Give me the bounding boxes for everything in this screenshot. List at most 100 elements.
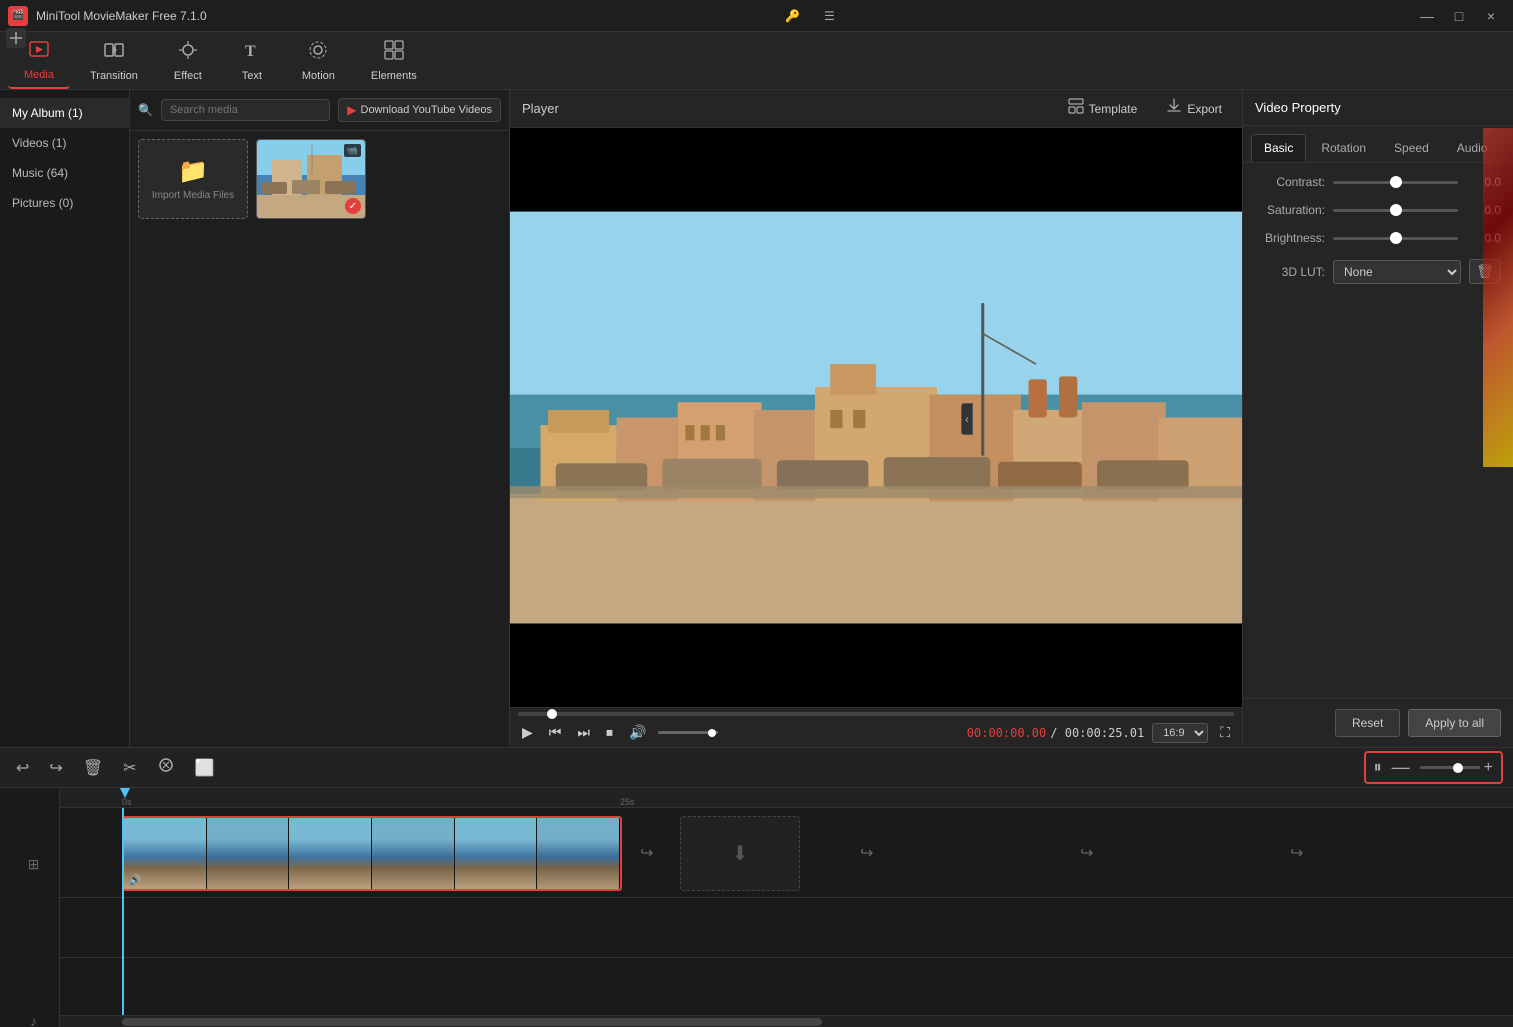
export-label: Export bbox=[1187, 102, 1222, 116]
transition-arrow-4[interactable]: ↪ bbox=[1080, 843, 1093, 863]
download-youtube-button[interactable]: ▶ Download YouTube Videos bbox=[338, 98, 501, 122]
toolbar: Media Transition Effect T Text Motion bbox=[0, 32, 1513, 90]
zoom-in-button[interactable]: + bbox=[1484, 759, 1493, 777]
stop-button[interactable]: ⏹ bbox=[602, 722, 617, 743]
minimize-button[interactable]: — bbox=[1413, 2, 1441, 30]
right-panel-footer: Reset Apply to all bbox=[1243, 698, 1513, 747]
transition-arrow-1[interactable]: ↪ bbox=[640, 843, 653, 863]
toolbar-item-text[interactable]: T Text bbox=[222, 33, 282, 88]
search-bar: 🔍 ▶ Download YouTube Videos bbox=[130, 90, 509, 131]
title-bar-controls: — □ × bbox=[1413, 2, 1505, 30]
boat-scene-svg bbox=[510, 128, 1242, 707]
player-header: Player Template Export bbox=[510, 90, 1242, 128]
timeline-playhead bbox=[122, 808, 124, 1015]
youtube-icon: ▶ bbox=[347, 103, 356, 117]
audio-track-icon[interactable]: ♪ bbox=[30, 1013, 37, 1027]
motion-icon bbox=[307, 39, 329, 66]
timeline-zoom-control: ⏸ — + Zoom in bbox=[1364, 751, 1503, 784]
search-input[interactable] bbox=[161, 99, 330, 121]
aspect-ratio-select[interactable]: 16:9 9:16 4:3 1:1 bbox=[1152, 723, 1208, 743]
video-track: 🔊 ↪ ↪ ⬇ ↪ ↪ ↪ bbox=[60, 808, 1513, 898]
timeline-track-icons: ⊞ ♪ bbox=[0, 788, 60, 1027]
redo-button[interactable]: ↪ bbox=[43, 756, 68, 780]
progress-thumb[interactable] bbox=[547, 709, 557, 719]
fullscreen-button[interactable]: ⛶ bbox=[1216, 722, 1234, 743]
crop-button[interactable]: ⬜ bbox=[189, 756, 221, 780]
timeline-scrollbar[interactable] bbox=[60, 1015, 1513, 1027]
sidebar-item-my-album[interactable]: My Album (1) bbox=[0, 98, 129, 128]
volume-button[interactable]: 🔊 bbox=[625, 722, 650, 743]
undo-button[interactable]: ↩ bbox=[10, 756, 35, 780]
reset-button[interactable]: Reset bbox=[1335, 709, 1400, 737]
video-clip-boat4k[interactable]: 🔊 bbox=[122, 816, 622, 891]
zoom-out-button[interactable]: ⏸ bbox=[1374, 759, 1382, 777]
toolbar-item-elements[interactable]: Elements bbox=[355, 33, 433, 88]
import-media-tile[interactable]: 📁 Import Media Files bbox=[138, 139, 248, 219]
toolbar-effect-label: Effect bbox=[174, 70, 202, 82]
main-layout: Media Transition Effect T Text Motion bbox=[0, 32, 1513, 1027]
lut-row: 3D LUT: None 🗑 bbox=[1255, 259, 1501, 284]
saturation-slider-thumb bbox=[1390, 204, 1402, 216]
brightness-row: Brightness: 0.0 bbox=[1255, 231, 1501, 245]
export-button[interactable]: Export bbox=[1157, 93, 1230, 124]
video-track-icon[interactable]: ⊞ bbox=[28, 856, 40, 873]
content-area: My Album (1) Videos (1) Music (64) Pictu… bbox=[0, 90, 1513, 747]
close-button[interactable]: × bbox=[1477, 2, 1505, 30]
brightness-slider[interactable] bbox=[1333, 237, 1458, 240]
contrast-slider[interactable] bbox=[1333, 181, 1458, 184]
media-grid: 📁 Import Media Files bbox=[130, 131, 509, 747]
menu-item-minimize-icon[interactable]: 🔑 bbox=[781, 7, 804, 25]
transition-arrow-3[interactable]: ↪ bbox=[860, 843, 873, 863]
sidebar-item-videos[interactable]: Videos (1) bbox=[0, 128, 129, 158]
toolbar-item-motion[interactable]: Motion bbox=[286, 33, 351, 88]
brightness-label: Brightness: bbox=[1255, 231, 1325, 245]
clip-frame-3 bbox=[289, 818, 372, 889]
volume-thumb bbox=[708, 729, 716, 737]
saturation-label: Saturation: bbox=[1255, 203, 1325, 217]
saturation-slider[interactable] bbox=[1333, 209, 1458, 212]
sidebar-item-pictures[interactable]: Pictures (0) bbox=[0, 188, 129, 218]
zoom-minus-btn[interactable]: — bbox=[1386, 755, 1416, 780]
media-icon bbox=[28, 38, 50, 65]
progress-bar[interactable] bbox=[518, 712, 1234, 716]
empty-clip-slot-1[interactable]: ⬇ bbox=[680, 816, 800, 891]
timeline-tracks: 🔊 ↪ ↪ ⬇ ↪ ↪ ↪ bbox=[60, 808, 1513, 1015]
controls-row: ▶ ⏮ ⏭ ⏹ 🔊 00:00:00.00 / 00:00:25.01 16:9… bbox=[518, 722, 1234, 743]
apply-all-button[interactable]: Apply to all bbox=[1408, 709, 1501, 737]
ruler-mark-25s: 25s bbox=[620, 797, 635, 807]
collapse-panel-button[interactable]: ‹ bbox=[961, 403, 973, 435]
media-file-boat-4k[interactable]: 📹 ✓ boat-4k bbox=[256, 139, 366, 219]
clip-frames bbox=[124, 818, 620, 889]
delete-button[interactable]: 🗑 bbox=[77, 756, 109, 780]
menu-item-icon2[interactable]: ☰ bbox=[820, 7, 839, 25]
prev-frame-button[interactable]: ⏮ bbox=[545, 722, 566, 743]
tab-basic[interactable]: Basic bbox=[1251, 134, 1306, 162]
toolbar-item-transition[interactable]: Transition bbox=[74, 33, 154, 88]
sidebar-item-music[interactable]: Music (64) bbox=[0, 158, 129, 188]
template-button[interactable]: Template bbox=[1059, 93, 1146, 124]
right-panel: Video Property Basic Rotation Speed Audi… bbox=[1243, 90, 1513, 747]
folder-icon: 📁 bbox=[178, 157, 208, 186]
template-label: Template bbox=[1089, 102, 1138, 116]
volume-slider[interactable] bbox=[658, 731, 718, 734]
zoom-slider[interactable] bbox=[1420, 766, 1480, 769]
timeline-scroll-thumb[interactable] bbox=[122, 1018, 822, 1026]
template-icon bbox=[1067, 97, 1085, 120]
tab-rotation[interactable]: Rotation bbox=[1308, 134, 1379, 162]
elements-icon bbox=[383, 39, 405, 66]
search-icon: 🔍 bbox=[138, 103, 153, 117]
saturation-row: Saturation: 0.0 bbox=[1255, 203, 1501, 217]
lut-select[interactable]: None bbox=[1333, 260, 1461, 284]
toolbar-item-effect[interactable]: Effect bbox=[158, 33, 218, 88]
transition-arrow-5[interactable]: ↪ bbox=[1290, 843, 1303, 863]
tab-speed[interactable]: Speed bbox=[1381, 134, 1442, 162]
maximize-button[interactable]: □ bbox=[1445, 2, 1473, 30]
clip-frame-5 bbox=[455, 818, 538, 889]
split-button[interactable]: ✂ bbox=[117, 756, 142, 780]
play-button[interactable]: ▶ bbox=[518, 722, 537, 743]
left-panel: My Album (1) Videos (1) Music (64) Pictu… bbox=[0, 90, 510, 747]
next-frame-button[interactable]: ⏭ bbox=[573, 722, 594, 743]
toolbar-transition-label: Transition bbox=[90, 70, 138, 82]
audio-detach-button[interactable] bbox=[151, 754, 181, 781]
player-video bbox=[510, 128, 1242, 707]
